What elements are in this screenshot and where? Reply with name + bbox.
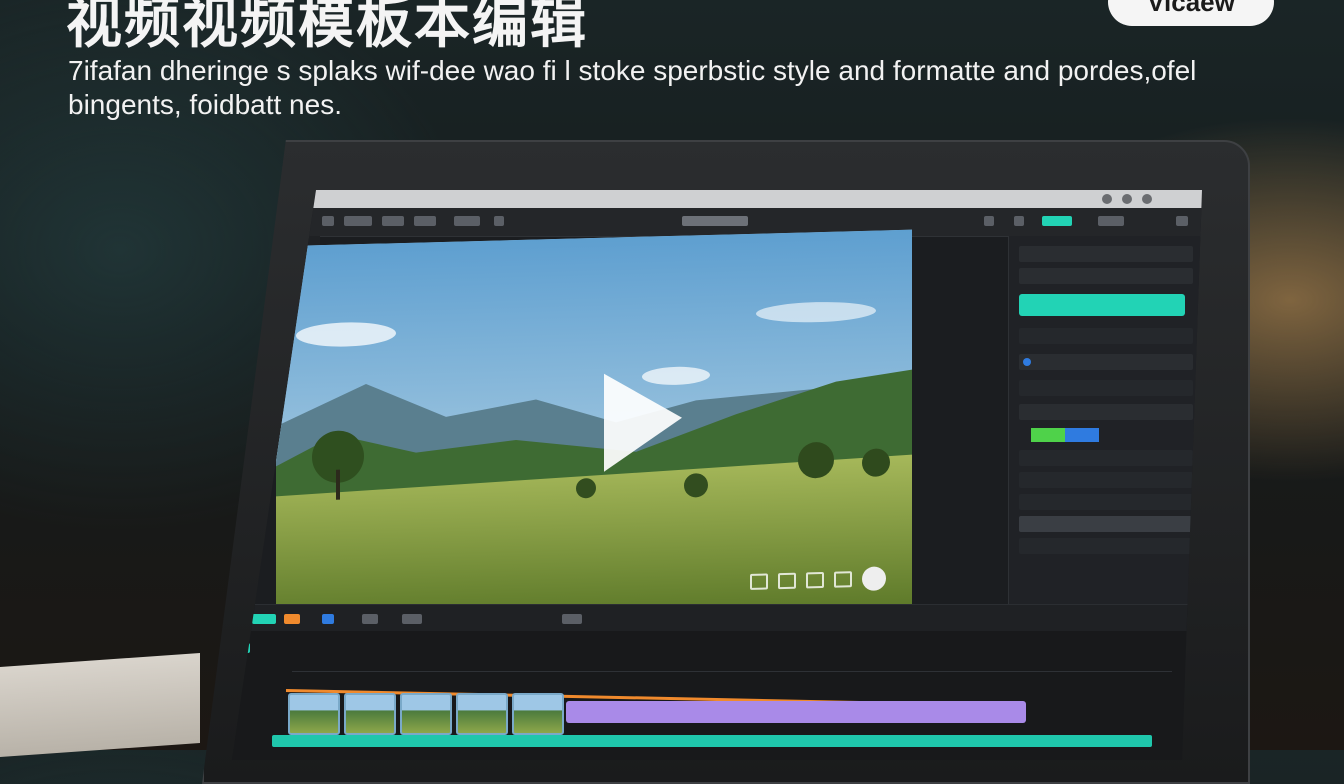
account-menu[interactable] bbox=[1098, 216, 1124, 226]
panel-option[interactable] bbox=[1019, 380, 1193, 396]
settings-icon[interactable] bbox=[494, 216, 504, 226]
editor-screen bbox=[232, 190, 1202, 760]
toolbar-item[interactable] bbox=[454, 216, 480, 226]
video-thumbnail[interactable] bbox=[456, 693, 508, 735]
layer-header[interactable] bbox=[1019, 404, 1193, 420]
hamburger-icon[interactable] bbox=[1176, 216, 1188, 226]
video-preview[interactable] bbox=[276, 229, 912, 623]
editor-toolbar bbox=[232, 208, 1202, 237]
redo-icon[interactable] bbox=[1014, 216, 1024, 226]
video-thumbnail[interactable] bbox=[344, 693, 396, 735]
panel-tab[interactable] bbox=[1019, 268, 1193, 284]
record-marker[interactable] bbox=[284, 614, 300, 624]
overlay-clip[interactable] bbox=[566, 701, 1026, 723]
project-title bbox=[682, 216, 748, 226]
panel-option[interactable] bbox=[1019, 354, 1193, 370]
table-surface bbox=[0, 653, 200, 757]
color-swatch[interactable] bbox=[1031, 428, 1099, 442]
menu-icon[interactable] bbox=[322, 216, 334, 226]
window-titlebar bbox=[232, 190, 1202, 208]
timeline bbox=[232, 604, 1202, 760]
maximize-icon[interactable] bbox=[1122, 194, 1132, 204]
layer-item[interactable] bbox=[1019, 538, 1193, 554]
video-thumbnail[interactable] bbox=[512, 693, 564, 735]
play-button[interactable] bbox=[588, 366, 688, 479]
toolbar-item[interactable] bbox=[344, 216, 372, 226]
split-icon[interactable] bbox=[778, 572, 796, 590]
video-thumbnail[interactable] bbox=[400, 693, 452, 735]
brand-badge[interactable]: Vicaew bbox=[1108, 0, 1274, 26]
preview-controls bbox=[750, 566, 886, 594]
window-controls[interactable] bbox=[1102, 194, 1152, 204]
record-icon[interactable] bbox=[862, 566, 886, 591]
minimize-icon[interactable] bbox=[1102, 194, 1112, 204]
close-icon[interactable] bbox=[1142, 194, 1152, 204]
export-button[interactable] bbox=[1019, 294, 1185, 316]
sub-headline: 7ifafan dheringe s splaks wif-dee wao fi… bbox=[68, 55, 1197, 120]
zoom-control[interactable] bbox=[562, 614, 582, 624]
timeline-mode[interactable] bbox=[252, 614, 276, 624]
layer-item[interactable] bbox=[1019, 450, 1193, 466]
audio-clip[interactable] bbox=[272, 735, 1152, 747]
layer-item[interactable] bbox=[1019, 494, 1193, 510]
timeline-toolbar bbox=[232, 605, 1202, 631]
video-thumbnail[interactable] bbox=[288, 693, 340, 735]
layer-item[interactable] bbox=[1019, 472, 1193, 488]
timeline-tool[interactable] bbox=[402, 614, 422, 624]
crop-icon[interactable] bbox=[750, 573, 768, 590]
video-track[interactable] bbox=[288, 693, 564, 735]
panel-option[interactable] bbox=[1019, 328, 1193, 344]
timeline-tool[interactable] bbox=[322, 614, 334, 624]
panel-header bbox=[1019, 246, 1193, 262]
layer-item-selected[interactable] bbox=[1019, 516, 1193, 532]
toolbar-item[interactable] bbox=[382, 216, 404, 226]
toolbar-item[interactable] bbox=[414, 216, 436, 226]
subtitle-icon[interactable] bbox=[806, 571, 824, 589]
timeline-tool[interactable] bbox=[362, 614, 378, 624]
time-ruler bbox=[292, 655, 1172, 672]
share-button[interactable] bbox=[1042, 216, 1072, 226]
headline: 视频视频模板本编辑 bbox=[66, 0, 588, 56]
volume-icon[interactable] bbox=[834, 571, 852, 588]
undo-icon[interactable] bbox=[984, 216, 994, 226]
play-icon bbox=[604, 373, 682, 472]
